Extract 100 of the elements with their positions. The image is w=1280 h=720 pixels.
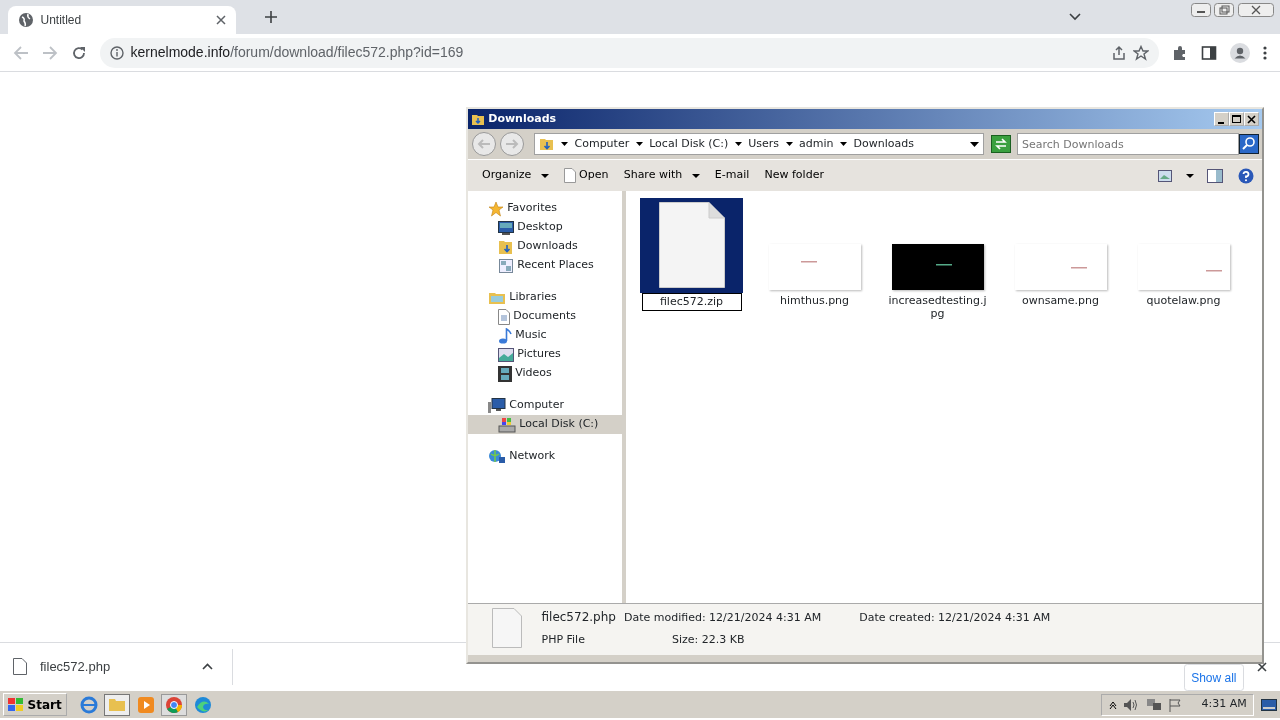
date-modified-text: Date modified: 12/21/2024 4:31 AM xyxy=(623,610,822,626)
preview-pane-icon[interactable] xyxy=(1206,168,1223,183)
url-text: kernelmode.info/forum/download/filec572.php?id=169 xyxy=(130,43,465,62)
globe-icon xyxy=(18,12,34,28)
file-icon xyxy=(13,658,27,675)
nav-item[interactable]: Favorites xyxy=(468,199,622,218)
document-icon xyxy=(563,168,576,183)
toolbar-button[interactable]: Organize xyxy=(476,165,555,186)
close-icon[interactable] xyxy=(1257,661,1267,672)
toolbar-button[interactable]: Share with xyxy=(617,165,706,186)
nav-item[interactable]: Libraries xyxy=(468,288,622,307)
start-button[interactable]: Start xyxy=(3,693,67,716)
nav-item[interactable]: Network xyxy=(468,447,622,466)
chevron-up-icon[interactable] xyxy=(1108,699,1117,710)
breadcrumb-bar[interactable]: Computer Local Disk (C:) Users admin Downloads xyxy=(533,133,984,155)
minimize-icon[interactable] xyxy=(1191,3,1211,18)
caret-icon[interactable] xyxy=(734,142,742,146)
folder-icon[interactable] xyxy=(104,693,131,716)
drive-icon xyxy=(498,416,516,433)
star-icon[interactable] xyxy=(1133,44,1149,61)
folder-icon xyxy=(538,136,555,152)
browser-tab[interactable]: Untitled xyxy=(8,6,236,34)
puzzle-icon[interactable] xyxy=(1172,44,1188,61)
help-icon[interactable] xyxy=(1238,167,1254,184)
file-item[interactable]: quotelaw.png xyxy=(1131,197,1236,309)
download-item[interactable]: filec572.php xyxy=(13,648,233,685)
chevron-down-icon[interactable] xyxy=(1069,13,1081,21)
search-field[interactable]: Search Downloads xyxy=(1017,133,1239,155)
file-name: filec572.php xyxy=(541,609,616,626)
monitor-icon xyxy=(498,220,514,235)
recent-places-icon xyxy=(498,257,514,274)
caret-icon[interactable] xyxy=(1185,173,1194,178)
show-desktop-icon[interactable] xyxy=(1260,698,1277,711)
windows-logo-icon xyxy=(8,697,25,712)
show-all-button[interactable]: Show all xyxy=(1183,664,1244,691)
nav-item[interactable]: Recent Places xyxy=(468,256,622,275)
share-icon[interactable] xyxy=(1110,44,1127,61)
toolbar-button[interactable]: E-mail xyxy=(708,165,756,186)
caret-icon[interactable] xyxy=(970,141,979,147)
star-icon xyxy=(488,200,504,217)
folder-icon xyxy=(498,238,514,255)
close-icon[interactable] xyxy=(216,15,226,25)
nav-item[interactable]: Local Disk (C:) xyxy=(468,415,622,434)
file-type-text: PHP File xyxy=(541,631,586,648)
address-bar[interactable]: kernelmode.info/forum/download/filec572.php?id=169 xyxy=(100,37,1159,68)
refresh-icon[interactable] xyxy=(990,135,1011,153)
music-note-icon xyxy=(498,327,512,344)
caret-icon xyxy=(540,173,549,178)
chevron-up-icon xyxy=(201,663,213,670)
nav-item[interactable]: Downloads xyxy=(468,237,622,256)
close-icon[interactable] xyxy=(1237,3,1274,18)
breadcrumb-item[interactable]: Users xyxy=(748,135,780,153)
caret-icon[interactable] xyxy=(561,142,568,146)
window-title: Downloads xyxy=(488,110,558,127)
picture-icon xyxy=(498,347,514,362)
file-item[interactable]: ownsame.png xyxy=(1008,197,1113,309)
reload-icon[interactable] xyxy=(71,44,87,61)
toolbar-button[interactable]: New folder xyxy=(758,165,830,186)
caret-icon xyxy=(691,173,700,178)
nav-item[interactable]: Pictures xyxy=(468,345,622,364)
nav-item[interactable]: Desktop xyxy=(468,218,622,237)
profile-icon[interactable] xyxy=(1230,42,1250,63)
restore-icon[interactable] xyxy=(1214,3,1235,18)
clock-text: 4:31 AM xyxy=(1201,696,1247,713)
tab-title: Untitled xyxy=(40,12,83,29)
caret-icon[interactable] xyxy=(635,142,643,146)
view-icon[interactable] xyxy=(1158,169,1173,182)
film-icon xyxy=(498,365,512,382)
document-icon xyxy=(492,608,522,648)
menu-icon[interactable] xyxy=(1263,44,1267,61)
document-icon xyxy=(658,202,725,288)
file-item[interactable]: himthus.png xyxy=(762,197,867,309)
nav-item[interactable]: Videos xyxy=(468,364,622,383)
caret-icon[interactable] xyxy=(785,142,793,146)
minimize-button[interactable] xyxy=(1214,112,1229,126)
search-icon[interactable] xyxy=(1239,134,1259,154)
breadcrumb-item[interactable]: Downloads xyxy=(853,135,914,153)
file-item[interactable]: increasedtesting.jpg xyxy=(885,197,990,322)
plus-icon[interactable] xyxy=(264,10,278,24)
nav-item[interactable]: Documents xyxy=(468,307,622,326)
breadcrumb-item[interactable]: admin xyxy=(799,135,834,153)
computer-icon xyxy=(488,397,506,414)
info-icon xyxy=(110,45,124,60)
breadcrumb-item[interactable]: Computer xyxy=(574,135,630,153)
browser-icon[interactable] xyxy=(79,695,98,714)
folder-icon xyxy=(471,112,485,126)
toolbar-button[interactable]: Open xyxy=(557,165,615,186)
nav-item[interactable]: Computer xyxy=(468,396,622,415)
side-panel-icon[interactable] xyxy=(1201,44,1217,61)
nav-item[interactable]: Music xyxy=(468,326,622,345)
document-icon xyxy=(498,308,510,325)
flag-icon[interactable] xyxy=(1168,697,1183,712)
library-icon xyxy=(488,290,506,305)
date-created-text: Date created: 12/21/2024 4:31 AM xyxy=(858,610,1051,626)
breadcrumb-item[interactable]: Local Disk (C:) xyxy=(649,135,729,153)
network-icon[interactable] xyxy=(1145,697,1162,712)
network-icon xyxy=(488,448,506,465)
caret-icon[interactable] xyxy=(840,142,848,146)
speaker-icon[interactable] xyxy=(1123,697,1140,712)
file-size-text: Size: 22.3 KB xyxy=(670,631,746,648)
